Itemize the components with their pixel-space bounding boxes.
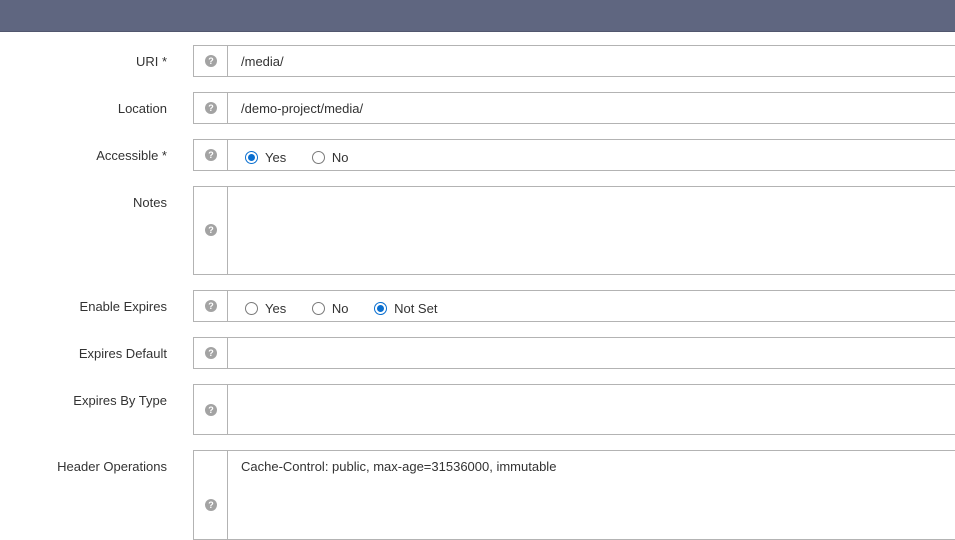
enable-expires-label: Enable Expires	[79, 299, 167, 314]
radio-checked-icon[interactable]	[245, 151, 258, 165]
help-icon: ?	[205, 149, 217, 161]
header-operations-row: Header Operations ? Cache-Control: publi…	[0, 450, 955, 540]
notes-label: Notes	[133, 195, 167, 210]
radio-unchecked-icon[interactable]	[311, 151, 325, 165]
expires-default-row: Expires Default ?	[0, 337, 955, 369]
location-row: Location ? /demo-project/media/	[0, 92, 955, 124]
accessible-field: Yes No	[227, 139, 955, 171]
radio-unchecked-icon[interactable]	[245, 302, 258, 316]
notes-row: Notes ?	[0, 186, 955, 275]
uri-value: /media/	[241, 54, 284, 69]
expires-by-type-label: Expires By Type	[73, 393, 167, 408]
location-value: /demo-project/media/	[241, 101, 364, 116]
enable-expires-radio-group: Yes No Not Set	[245, 300, 459, 316]
location-input[interactable]: /demo-project/media/	[227, 92, 955, 124]
header-operations-value: Cache-Control: public, max-age=31536000,…	[241, 459, 557, 474]
expires-by-type-row: Expires By Type ?	[0, 384, 955, 435]
uri-help-button[interactable]: ?	[193, 45, 227, 77]
expires-default-input[interactable]	[227, 337, 955, 369]
header-operations-label: Header Operations	[57, 459, 167, 474]
expires-by-type-textarea[interactable]	[227, 384, 955, 435]
expires-default-help-button[interactable]: ?	[193, 337, 227, 369]
accessible-help-button[interactable]: ?	[193, 139, 227, 171]
uri-row: URI * ? /media/	[0, 45, 955, 77]
accessible-label: Accessible *	[96, 148, 167, 163]
location-label: Location	[117, 101, 167, 116]
enable-expires-row: Enable Expires ? Yes No Not Set	[0, 290, 955, 322]
accessible-option-yes[interactable]: Yes	[245, 150, 286, 165]
radio-label: Yes	[265, 150, 287, 166]
enable-expires-option-no[interactable]: No	[311, 301, 349, 317]
help-icon: ?	[205, 404, 217, 416]
radio-checked-icon[interactable]	[374, 302, 388, 316]
accessible-option-no[interactable]: No	[311, 150, 349, 166]
enable-expires-field: Yes No Not Set	[227, 290, 955, 322]
notes-textarea[interactable]	[227, 186, 955, 275]
top-navigation-bar	[0, 0, 955, 32]
enable-expires-help-button[interactable]: ?	[193, 290, 227, 322]
header-operations-textarea[interactable]: Cache-Control: public, max-age=31536000,…	[227, 450, 955, 540]
help-icon: ?	[205, 102, 217, 114]
help-icon: ?	[205, 300, 217, 312]
help-icon: ?	[205, 55, 217, 67]
help-icon: ?	[205, 499, 217, 511]
enable-expires-option-not-set[interactable]: Not Set	[374, 301, 437, 316]
help-icon: ?	[205, 224, 217, 236]
radio-unchecked-icon[interactable]	[311, 302, 325, 316]
notes-help-button[interactable]: ?	[193, 186, 227, 275]
expires-default-label: Expires Default	[78, 346, 167, 361]
radio-label: No	[331, 301, 349, 317]
accessible-row: Accessible * ? Yes No	[0, 139, 955, 171]
radio-label: Yes	[265, 301, 287, 317]
help-icon: ?	[205, 347, 217, 359]
uri-input[interactable]: /media/	[227, 45, 955, 77]
header-operations-help-button[interactable]: ?	[193, 450, 227, 540]
radio-label: No	[331, 150, 349, 166]
expires-by-type-help-button[interactable]: ?	[193, 384, 227, 435]
uri-label: URI *	[135, 54, 167, 69]
location-help-button[interactable]: ?	[193, 92, 227, 124]
enable-expires-option-yes[interactable]: Yes	[245, 301, 286, 316]
accessible-radio-group: Yes No	[245, 149, 370, 165]
radio-label: Not Set	[394, 301, 438, 317]
